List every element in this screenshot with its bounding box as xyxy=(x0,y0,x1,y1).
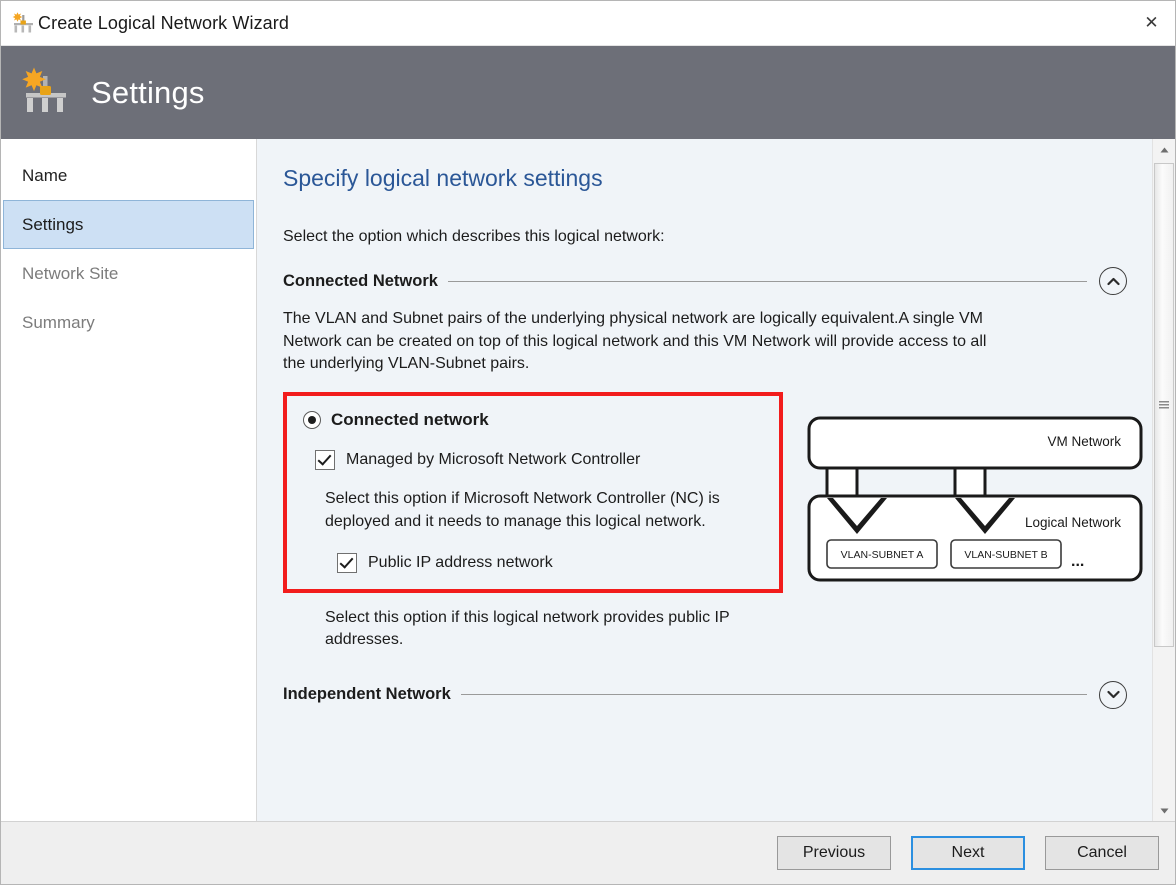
wizard-body: Name Settings Network Site Summary Speci… xyxy=(1,139,1175,821)
public-ip-address-network-row[interactable]: Public IP address network xyxy=(337,552,763,573)
content-scrollbar[interactable] xyxy=(1152,139,1175,821)
connected-network-description: The VLAN and Subnet pairs of the underly… xyxy=(283,310,987,373)
independent-network-group-header: Independent Network xyxy=(283,680,1127,709)
network-controller-help-text: Select this option if Microsoft Network … xyxy=(325,490,720,530)
managed-by-network-controller-label: Managed by Microsoft Network Controller xyxy=(346,451,641,469)
sidebar-item-label: Network Site xyxy=(22,263,119,283)
sidebar-item-network-site[interactable]: Network Site xyxy=(3,249,254,298)
sidebar-item-label: Summary xyxy=(22,312,95,332)
sidebar-item-summary[interactable]: Summary xyxy=(3,298,254,347)
window-title: Create Logical Network Wizard xyxy=(38,12,289,33)
public-ip-help-text: Select this option if this logical netwo… xyxy=(325,608,730,649)
managed-by-network-controller-checkbox[interactable] xyxy=(315,450,335,471)
page-title: Specify logical network settings xyxy=(283,165,603,191)
scroll-up-arrow-icon[interactable] xyxy=(1153,139,1175,160)
vlan-subnet-b-label: VLAN-SUBNET B xyxy=(964,549,1047,561)
public-ip-address-network-checkbox[interactable] xyxy=(337,552,357,573)
next-button[interactable]: Next xyxy=(911,836,1025,870)
logical-network-label: Logical Network xyxy=(1025,515,1121,530)
scroll-down-arrow-icon[interactable] xyxy=(1153,800,1175,821)
connected-network-highlight-box: Connected network Managed by Microsoft N… xyxy=(283,392,783,593)
connected-network-option-row: Connected network Managed by Microsoft N… xyxy=(283,392,1143,593)
close-icon[interactable]: ✕ xyxy=(1128,1,1175,44)
page-banner: Settings xyxy=(1,46,1175,139)
banner-title: Settings xyxy=(91,74,205,110)
content-pane: Specify logical network settings Select … xyxy=(257,139,1175,821)
connected-network-radio-row[interactable]: Connected network xyxy=(303,410,763,430)
connected-network-group-header: Connected Network xyxy=(283,267,1127,295)
scrollbar-thumb[interactable] xyxy=(1154,163,1174,647)
sidebar-item-settings[interactable]: Settings xyxy=(3,200,254,249)
sidebar-item-name[interactable]: Name xyxy=(3,151,254,200)
connected-network-radio[interactable] xyxy=(303,411,321,430)
previous-button[interactable]: Previous xyxy=(777,836,891,870)
independent-network-group-label: Independent Network xyxy=(283,685,451,704)
chevron-down-icon[interactable] xyxy=(1099,680,1127,709)
more-subnets-ellipsis: ... xyxy=(1071,553,1084,570)
banner-logical-network-icon xyxy=(22,67,66,112)
page-subtitle: Select the option which describes this l… xyxy=(283,228,665,245)
public-ip-address-network-label: Public IP address network xyxy=(368,553,553,571)
group-header-rule xyxy=(460,694,1087,696)
scrollbar-grip-icon xyxy=(1159,400,1169,410)
scrollbar-track[interactable] xyxy=(1153,160,1175,800)
chevron-up-icon[interactable] xyxy=(1099,267,1127,295)
connected-network-group-label: Connected Network xyxy=(283,271,438,290)
create-logical-network-wizard-window: Create Logical Network Wizard ✕ Settings… xyxy=(0,0,1176,885)
sidebar-item-label: Settings xyxy=(22,214,84,234)
cancel-button[interactable]: Cancel xyxy=(1045,836,1159,870)
connected-network-radio-label: Connected network xyxy=(331,410,489,430)
sidebar-item-label: Name xyxy=(22,165,68,185)
managed-by-network-controller-row[interactable]: Managed by Microsoft Network Controller xyxy=(315,450,763,471)
group-header-rule xyxy=(447,280,1087,282)
title-bar: Create Logical Network Wizard ✕ xyxy=(1,1,1175,46)
network-topology-diagram: VM Network Logical Network VLAN-SUBNET A… xyxy=(805,414,1145,589)
wizard-footer: Previous Next Cancel xyxy=(1,821,1175,884)
vlan-subnet-a-label: VLAN-SUBNET A xyxy=(841,549,924,561)
wizard-step-sidebar: Name Settings Network Site Summary xyxy=(1,139,257,821)
vm-network-label: VM Network xyxy=(1047,434,1121,449)
settings-content: Specify logical network settings Select … xyxy=(257,139,1153,821)
logical-network-wizard-icon xyxy=(12,12,33,33)
